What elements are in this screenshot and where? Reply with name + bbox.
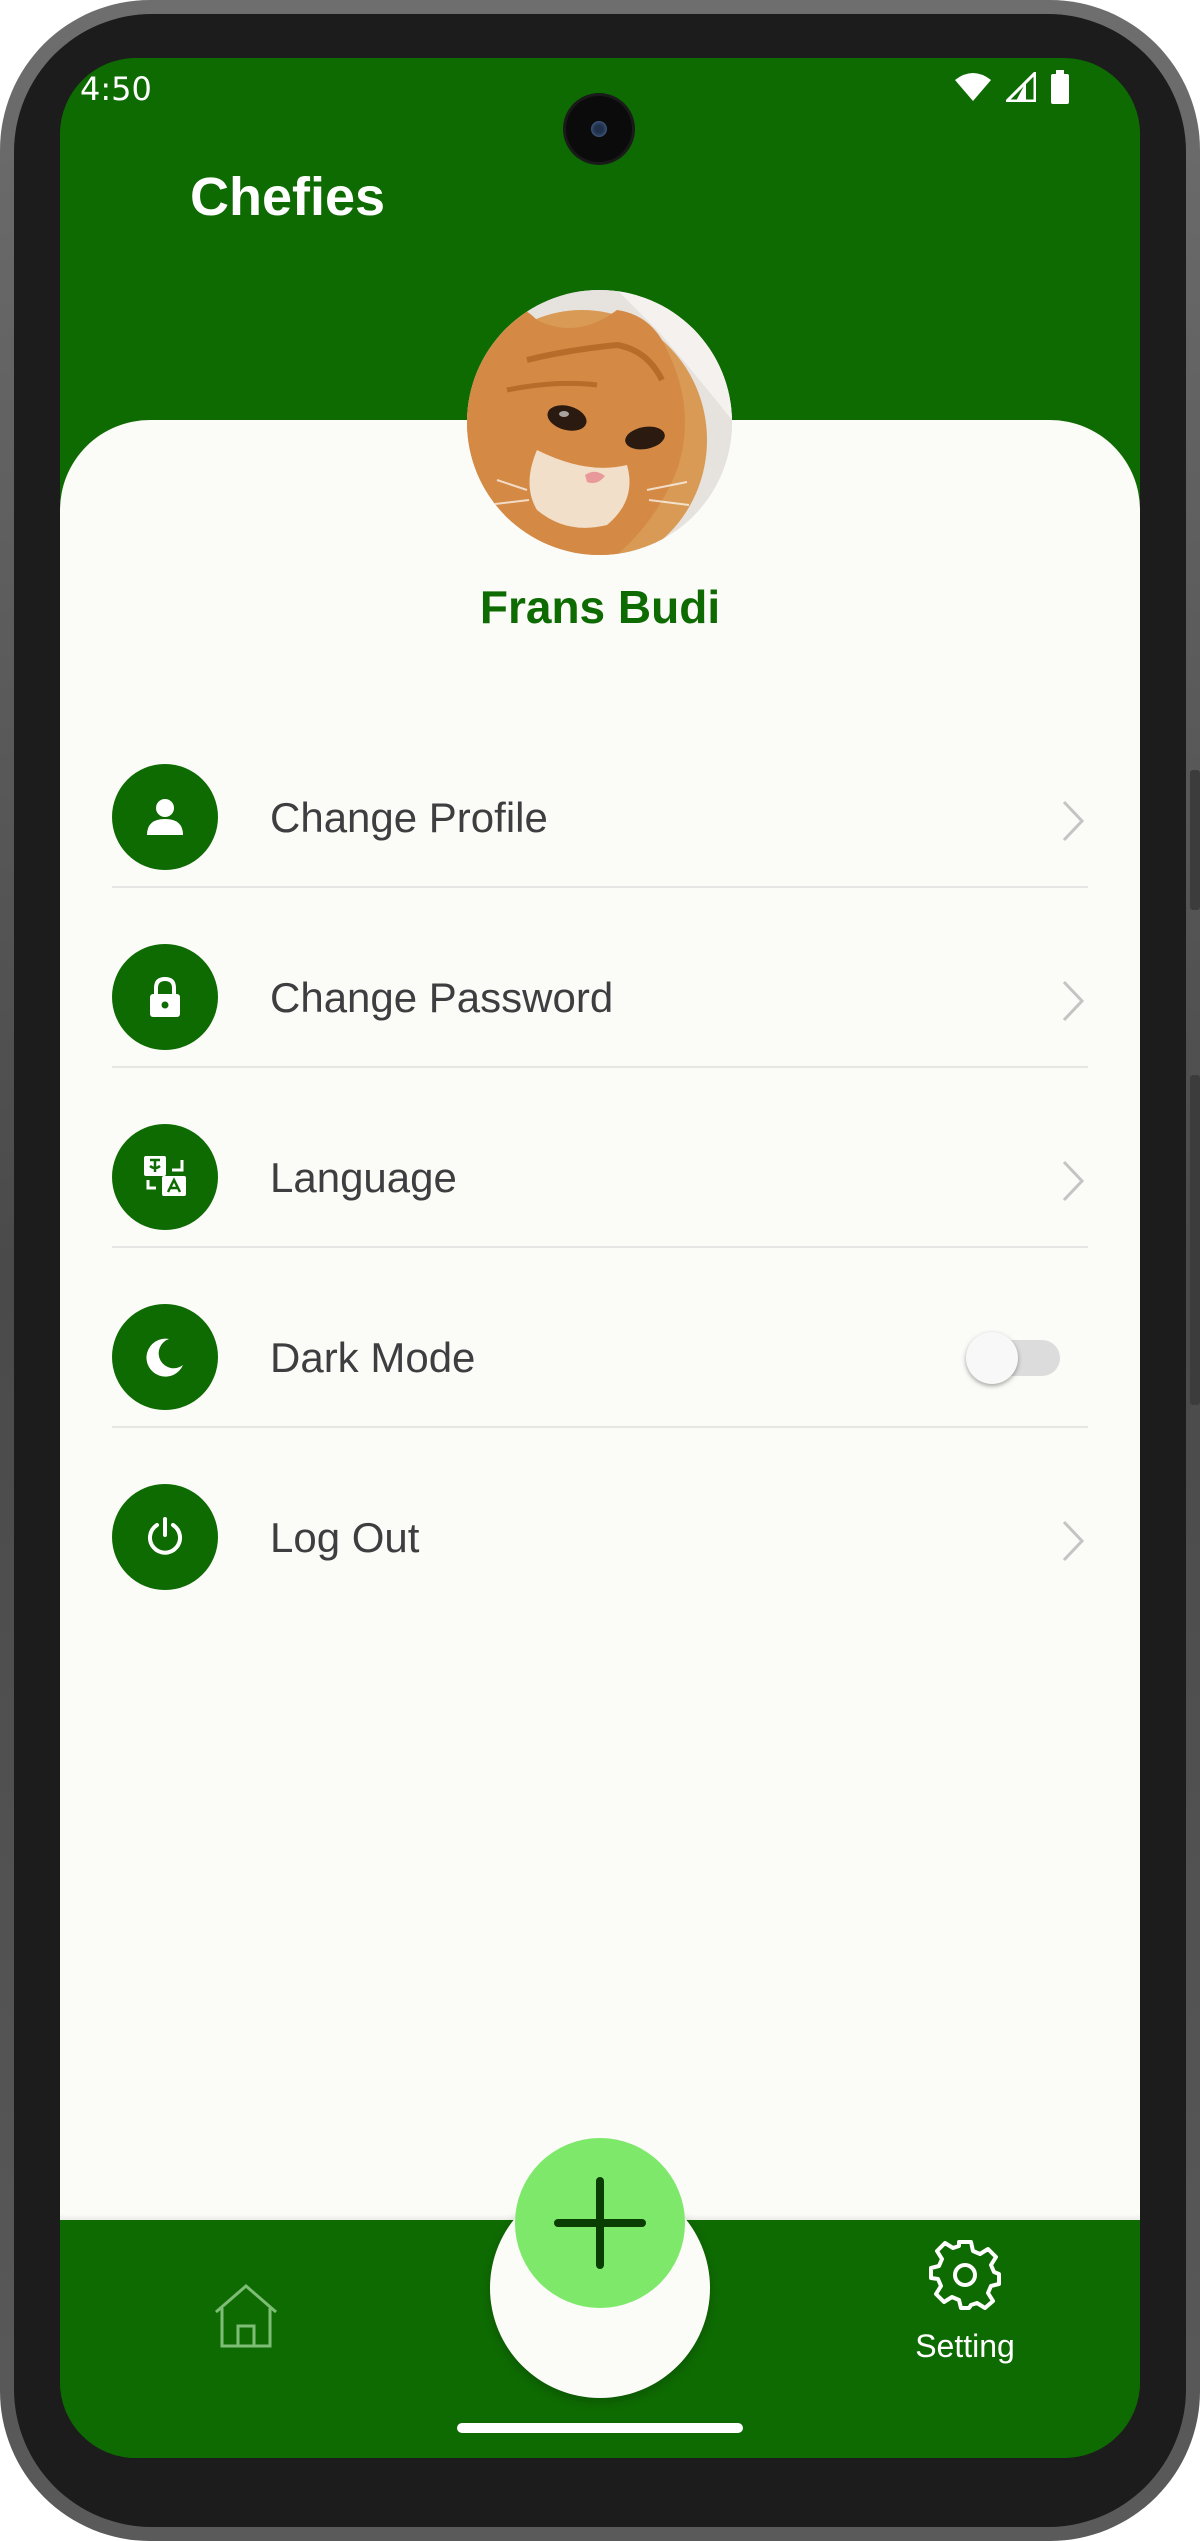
nav-setting-button[interactable]: Setting [890, 2238, 1040, 2388]
gear-icon [929, 2240, 1001, 2310]
settings-menu: Change Profile Change Password Language [112, 708, 1088, 1608]
plus-icon [554, 2177, 646, 2269]
menu-item-label: Log Out [270, 1514, 420, 1561]
device-frame: 4:50 Chefies Frans Budi Change Profile C… [0, 0, 1200, 2541]
app-title: Chefies [190, 167, 386, 227]
menu-item-label: Language [270, 1154, 457, 1201]
menu-item-log-out[interactable]: Log Out [112, 1428, 1088, 1608]
translate-icon [112, 1124, 218, 1230]
nav-home-button[interactable] [210, 2280, 282, 2352]
cat-photo [467, 290, 732, 555]
chevron-right-icon [1062, 800, 1085, 842]
toggle-knob [966, 1332, 1018, 1384]
moon-icon [112, 1304, 218, 1410]
power-side-button [1190, 770, 1200, 910]
menu-item-dark-mode[interactable]: Dark Mode [112, 1248, 1088, 1428]
status-time: 4:50 [80, 70, 152, 108]
user-name: Frans Budi [479, 581, 721, 633]
menu-item-change-profile[interactable]: Change Profile [112, 708, 1088, 888]
nav-setting-label: Setting [915, 2328, 1015, 2364]
menu-item-language[interactable]: Language [112, 1068, 1088, 1248]
menu-item-label: Dark Mode [270, 1334, 476, 1381]
home-icon [215, 2284, 277, 2348]
volume-side-button [1190, 1075, 1200, 1405]
chevron-right-icon [1062, 980, 1085, 1022]
add-button[interactable] [515, 2138, 685, 2308]
signal-icon [1006, 72, 1036, 102]
avatar[interactable] [467, 290, 732, 555]
dark-mode-toggle[interactable] [966, 1332, 1060, 1384]
power-icon [112, 1484, 218, 1590]
menu-item-change-password[interactable]: Change Password [112, 888, 1088, 1068]
wifi-icon [954, 72, 992, 102]
chevron-right-icon [1062, 1520, 1085, 1562]
screen: 4:50 Chefies Frans Budi Change Profile C… [60, 58, 1140, 2458]
home-indicator[interactable] [457, 2423, 743, 2433]
menu-item-label: Change Password [270, 974, 614, 1021]
front-camera [566, 96, 632, 162]
menu-item-label: Change Profile [270, 794, 548, 841]
chevron-right-icon [1062, 1160, 1085, 1202]
battery-icon [1050, 70, 1070, 104]
lock-icon [112, 944, 218, 1050]
person-icon [112, 764, 218, 870]
status-icons [954, 70, 1070, 104]
